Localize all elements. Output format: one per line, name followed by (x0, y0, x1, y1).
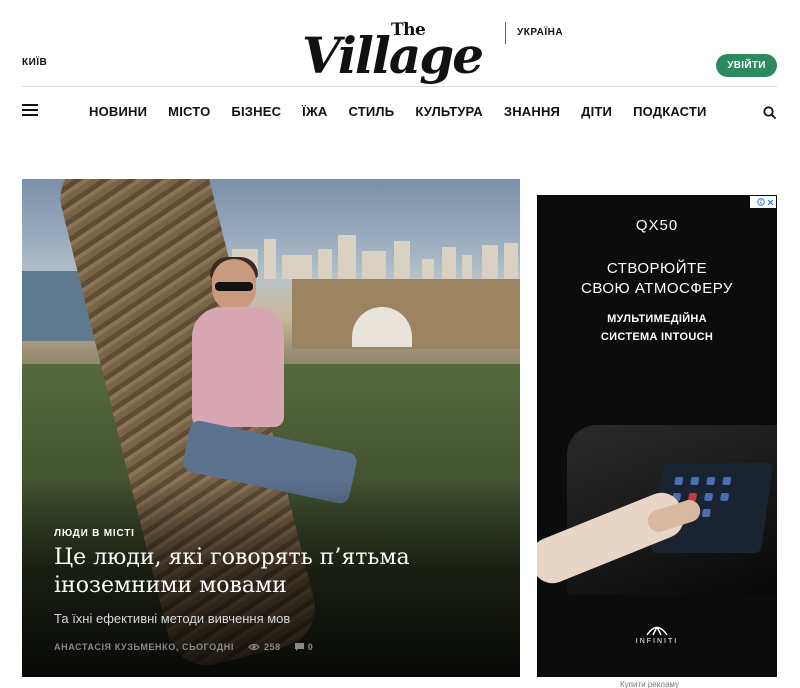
nav-item-knowledge[interactable]: ЗНАННЯ (504, 104, 560, 120)
views-count: 258 (248, 642, 281, 652)
comments-count[interactable]: 0 (294, 642, 314, 652)
ad-headline: СТВОРЮЙТЕ СВОЮ АТМОСФЕРУ (581, 260, 733, 297)
logo-village: Village (302, 26, 484, 85)
ad-feature: МУЛЬТИМЕДІЙНА СИСТЕМА INTOUCH (600, 313, 714, 343)
header-divider (505, 22, 506, 44)
adchoices-icon[interactable] (750, 196, 776, 208)
nav-item-news[interactable]: НОВИНИ (89, 104, 147, 120)
hamburger-icon[interactable] (22, 104, 38, 116)
featured-article-card[interactable]: ЛЮДИ В МІСТІ Це люди, які говорять п’ять… (22, 179, 520, 677)
article-rubric[interactable]: ЛЮДИ В МІСТІ (54, 528, 135, 539)
article-subtitle: Та їхні ефективні методи вивчення мов (54, 611, 291, 626)
nav-item-city[interactable]: МІСТО (168, 104, 210, 120)
country-switcher[interactable]: УКРАЇНА (517, 27, 563, 38)
nav-item-kids[interactable]: ДІТИ (581, 104, 612, 120)
comment-icon (294, 643, 304, 651)
nav-item-business[interactable]: БІЗНЕС (231, 104, 281, 120)
search-icon[interactable] (763, 106, 776, 119)
login-button[interactable]: УВІЙТИ (716, 54, 777, 77)
advertisement-banner[interactable]: QX50 СТВОРЮЙТЕ СВОЮ АТМОСФЕРУ МУЛЬТИМЕДІ… (537, 195, 777, 677)
ad-model: QX50 (635, 217, 679, 234)
nav-item-food[interactable]: ЇЖА (302, 104, 327, 120)
ad-brand: INFINITI (635, 638, 679, 645)
main-nav: НОВИНИ МІСТО БІЗНЕС ЇЖА СТИЛЬ КУЛЬТУРА З… (89, 104, 728, 120)
article-title[interactable]: Це люди, які говорять п’ятьма іноземними… (54, 544, 494, 600)
article-author-date: АНАСТАСІЯ КУЗЬМЕНКО, СЬОГОДНІ (54, 642, 234, 652)
city-label[interactable]: КИЇВ (22, 57, 47, 68)
nav-item-podcasts[interactable]: ПОДКАСТИ (633, 104, 707, 120)
nav-item-style[interactable]: СТИЛЬ (348, 104, 394, 120)
nav-item-culture[interactable]: КУЛЬТУРА (415, 104, 483, 120)
buy-ad-link[interactable]: Купити рекламу (620, 680, 679, 688)
eye-icon (248, 643, 260, 651)
article-meta: АНАСТАСІЯ КУЗЬМЕНКО, СЬОГОДНІ 258 0 (54, 642, 313, 652)
site-logo[interactable]: The Village (302, 18, 502, 90)
header-divider-line (22, 86, 777, 87)
